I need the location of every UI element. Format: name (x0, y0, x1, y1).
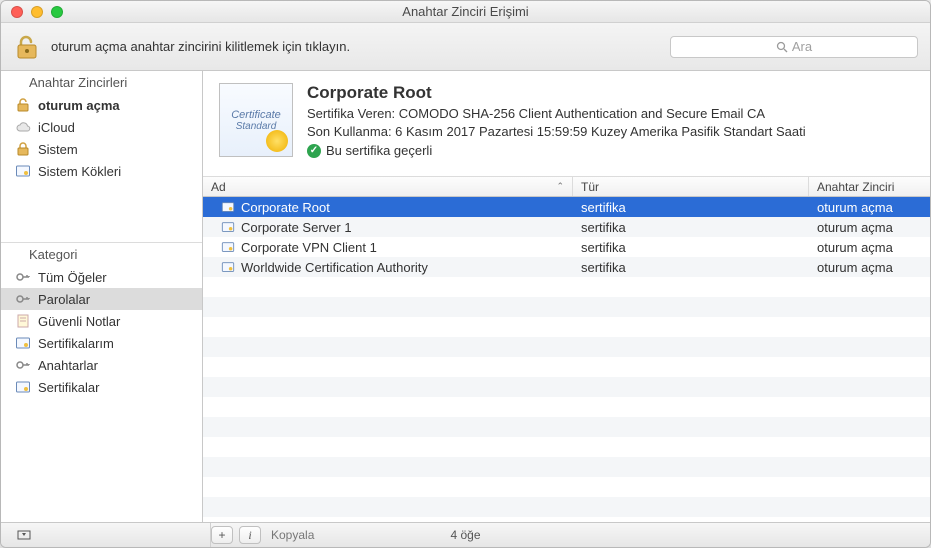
cell-type: sertifika (581, 200, 626, 215)
sidebar-category-item[interactable]: Parolalar (1, 288, 202, 310)
main-area: Anahtar Zincirleri oturum açma iCloud Sist… (1, 71, 930, 523)
content-area: Certificate Standard Corporate Root Sert… (203, 71, 930, 522)
cert-icon (15, 335, 31, 351)
minimize-window-button[interactable] (31, 6, 43, 18)
certificate-expiry: Son Kullanma: 6 Kasım 2017 Pazartesi 15:… (307, 123, 914, 141)
window-title: Anahtar Zinciri Erişimi (9, 4, 922, 19)
valid-check-icon: ✓ (307, 144, 321, 158)
column-header-name[interactable]: Ad ⌃ (203, 177, 573, 196)
cert-icon (221, 220, 235, 234)
table-row[interactable]: Corporate Server 1 sertifika oturum açma (203, 217, 930, 237)
cert-icon (15, 379, 31, 395)
table-row[interactable]: Corporate Root sertifika oturum açma (203, 197, 930, 217)
lock-closed-icon (15, 141, 31, 157)
cell-name: Corporate Server 1 (241, 220, 352, 235)
table-body[interactable]: Corporate Rootsertifikaoturum açmaCorpor… (203, 197, 930, 522)
cert-icon (15, 163, 31, 179)
item-count-label: 4 öğe (450, 528, 480, 542)
sidebar-keychain-item[interactable]: Sistem (1, 138, 202, 160)
sidebar-category-item[interactable]: Sertifikalar (1, 376, 202, 398)
table-row[interactable]: Corporate VPN Client 1 sertifika oturum aç… (203, 237, 930, 257)
zoom-window-button[interactable] (51, 6, 63, 18)
sidebar-item-label: Parolalar (38, 292, 90, 307)
cell-name: Worldwide Certification Authority (241, 260, 428, 275)
lock-keychain-button[interactable] (13, 33, 41, 61)
column-header-keychain[interactable]: Anahtar Zinciri (809, 177, 930, 196)
sidebar-item-label: oturum açma (38, 98, 120, 113)
key-icon (15, 269, 31, 285)
status-bar: + i Kopyala 4 öğe (1, 523, 930, 547)
copy-button[interactable]: Kopyala (271, 528, 314, 542)
cell-type: sertifika (581, 220, 626, 235)
cell-keychain: oturum açma (817, 220, 893, 235)
sidebar-category-item[interactable]: Anahtarlar (1, 354, 202, 376)
cell-name: Corporate VPN Client 1 (241, 240, 377, 255)
cell-keychain: oturum açma (817, 260, 893, 275)
table-header: Ad ⌃ Tür Anahtar Zinciri (203, 177, 930, 197)
sidebar-item-label: Sistem (38, 142, 78, 157)
sidebar-keychains-header: Anahtar Zincirleri (1, 71, 202, 94)
search-icon (776, 41, 788, 53)
sidebar-item-label: Sistem Kökleri (38, 164, 121, 179)
certificate-table: Ad ⌃ Tür Anahtar Zinciri Corporate Root s… (203, 177, 930, 522)
sidebar-item-label: iCloud (38, 120, 75, 135)
certificate-badge-icon: Certificate Standard (219, 83, 293, 157)
sidebar-item-label: Sertifikalar (38, 380, 99, 395)
sidebar-item-label: Anahtarlar (38, 358, 98, 373)
key-icon (15, 291, 31, 307)
toolbar: oturum açma anahtar zincirini kilitlemek… (1, 23, 930, 71)
cert-icon (221, 260, 235, 274)
cell-name: Corporate Root (241, 200, 330, 215)
cert-icon (221, 240, 235, 254)
lock-open-icon (15, 97, 31, 113)
key-icon (15, 357, 31, 373)
sidebar-keychain-item[interactable]: Sistem Kökleri (1, 160, 202, 182)
window: Anahtar Zinciri Erişimi oturum açma anah… (0, 0, 931, 548)
cell-keychain: oturum açma (817, 200, 893, 215)
sidebar-category-item[interactable]: Tüm Öğeler (1, 266, 202, 288)
sidebar-item-label: Tüm Öğeler (38, 270, 107, 285)
sidebar-category-header: Kategori (1, 243, 202, 266)
badge-line1: Certificate (231, 109, 281, 121)
search-field[interactable]: Ara (670, 36, 918, 58)
cloud-icon (15, 119, 31, 135)
badge-line2: Standard (236, 121, 277, 132)
certificate-valid-text: Bu sertifika geçerli (326, 143, 432, 158)
table-row[interactable]: Worldwide Certification Authority sertifi… (203, 257, 930, 277)
sidebar-category-item[interactable]: Güvenli Notlar (1, 310, 202, 332)
note-icon (15, 313, 31, 329)
show-hide-sidebar-button[interactable] (13, 526, 35, 544)
cell-type: sertifika (581, 260, 626, 275)
cert-icon (221, 200, 235, 214)
titlebar[interactable]: Anahtar Zinciri Erişimi (1, 1, 930, 23)
sidebar-category-item[interactable]: Sertifikalarım (1, 332, 202, 354)
info-button[interactable]: i (239, 526, 261, 544)
sidebar-keychain-item[interactable]: oturum açma (1, 94, 202, 116)
sidebar: Anahtar Zincirleri oturum açma iCloud Sist… (1, 71, 203, 522)
sidebar-item-label: Güvenli Notlar (38, 314, 120, 329)
lock-hint-label: oturum açma anahtar zincirini kilitlemek… (51, 39, 660, 54)
traffic-lights (11, 6, 63, 18)
certificate-title: Corporate Root (307, 83, 914, 103)
sidebar-keychain-item[interactable]: iCloud (1, 116, 202, 138)
column-header-type[interactable]: Tür (573, 177, 809, 196)
add-item-button[interactable]: + (211, 526, 233, 544)
certificate-detail-panel: Certificate Standard Corporate Root Sert… (203, 71, 930, 177)
sidebar-item-label: Sertifikalarım (38, 336, 114, 351)
certificate-issuer: Sertifika Veren: COMODO SHA-256 Client A… (307, 105, 914, 123)
sort-ascending-icon: ⌃ (556, 181, 564, 192)
cell-type: sertifika (581, 240, 626, 255)
cell-keychain: oturum açma (817, 240, 893, 255)
search-placeholder: Ara (792, 39, 812, 54)
close-window-button[interactable] (11, 6, 23, 18)
